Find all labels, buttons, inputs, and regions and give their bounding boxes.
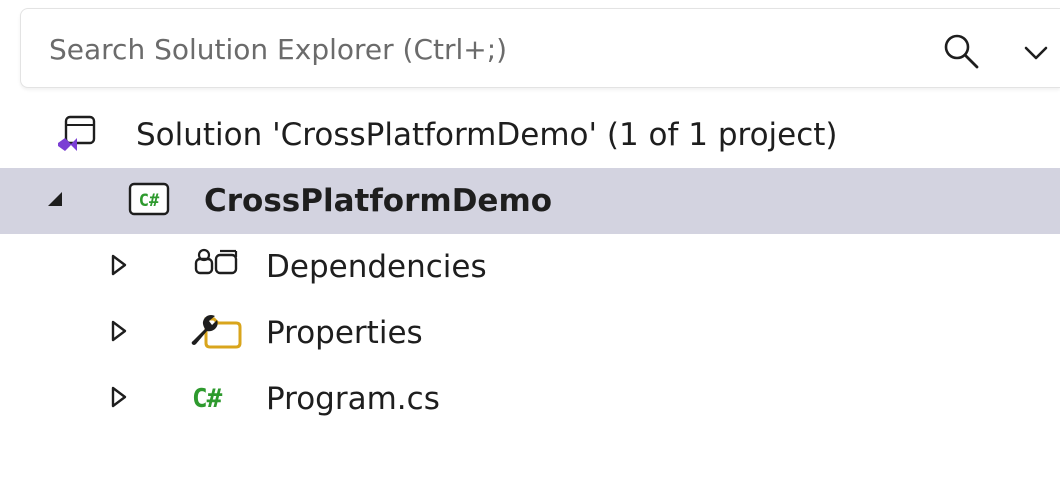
csharp-file-icon: C# bbox=[192, 384, 222, 414]
expanded-triangle-icon[interactable] bbox=[44, 188, 66, 214]
svg-text:C#: C# bbox=[139, 191, 160, 211]
search-input[interactable] bbox=[49, 27, 809, 71]
solution-label: Solution 'CrossPlatformDemo' (1 of 1 pro… bbox=[136, 117, 838, 153]
project-label: CrossPlatformDemo bbox=[204, 183, 553, 219]
visual-studio-solution-icon bbox=[56, 113, 102, 157]
tree-item-dependencies[interactable]: Dependencies bbox=[0, 234, 1060, 300]
csharp-project-icon: C# bbox=[124, 179, 174, 223]
chevron-down-icon[interactable] bbox=[1021, 43, 1051, 63]
dependencies-label: Dependencies bbox=[266, 249, 487, 285]
tree-item-project[interactable]: C# CrossPlatformDemo bbox=[0, 168, 1060, 234]
tree-item-properties[interactable]: Properties bbox=[0, 300, 1060, 366]
properties-folder-icon bbox=[188, 311, 244, 355]
collapsed-triangle-icon[interactable] bbox=[110, 385, 128, 413]
tree-item-program-cs[interactable]: C# Program.cs bbox=[0, 366, 1060, 432]
program-cs-label: Program.cs bbox=[266, 381, 440, 417]
properties-label: Properties bbox=[266, 315, 423, 351]
collapsed-triangle-icon[interactable] bbox=[110, 253, 128, 281]
solution-tree: Solution 'CrossPlatformDemo' (1 of 1 pro… bbox=[0, 102, 1060, 432]
dependencies-icon bbox=[190, 245, 244, 289]
search-icon[interactable] bbox=[941, 31, 981, 71]
solution-explorer: Solution 'CrossPlatformDemo' (1 of 1 pro… bbox=[0, 0, 1060, 478]
tree-item-solution[interactable]: Solution 'CrossPlatformDemo' (1 of 1 pro… bbox=[0, 102, 1060, 168]
search-box[interactable] bbox=[20, 8, 1060, 88]
collapsed-triangle-icon[interactable] bbox=[110, 319, 128, 347]
